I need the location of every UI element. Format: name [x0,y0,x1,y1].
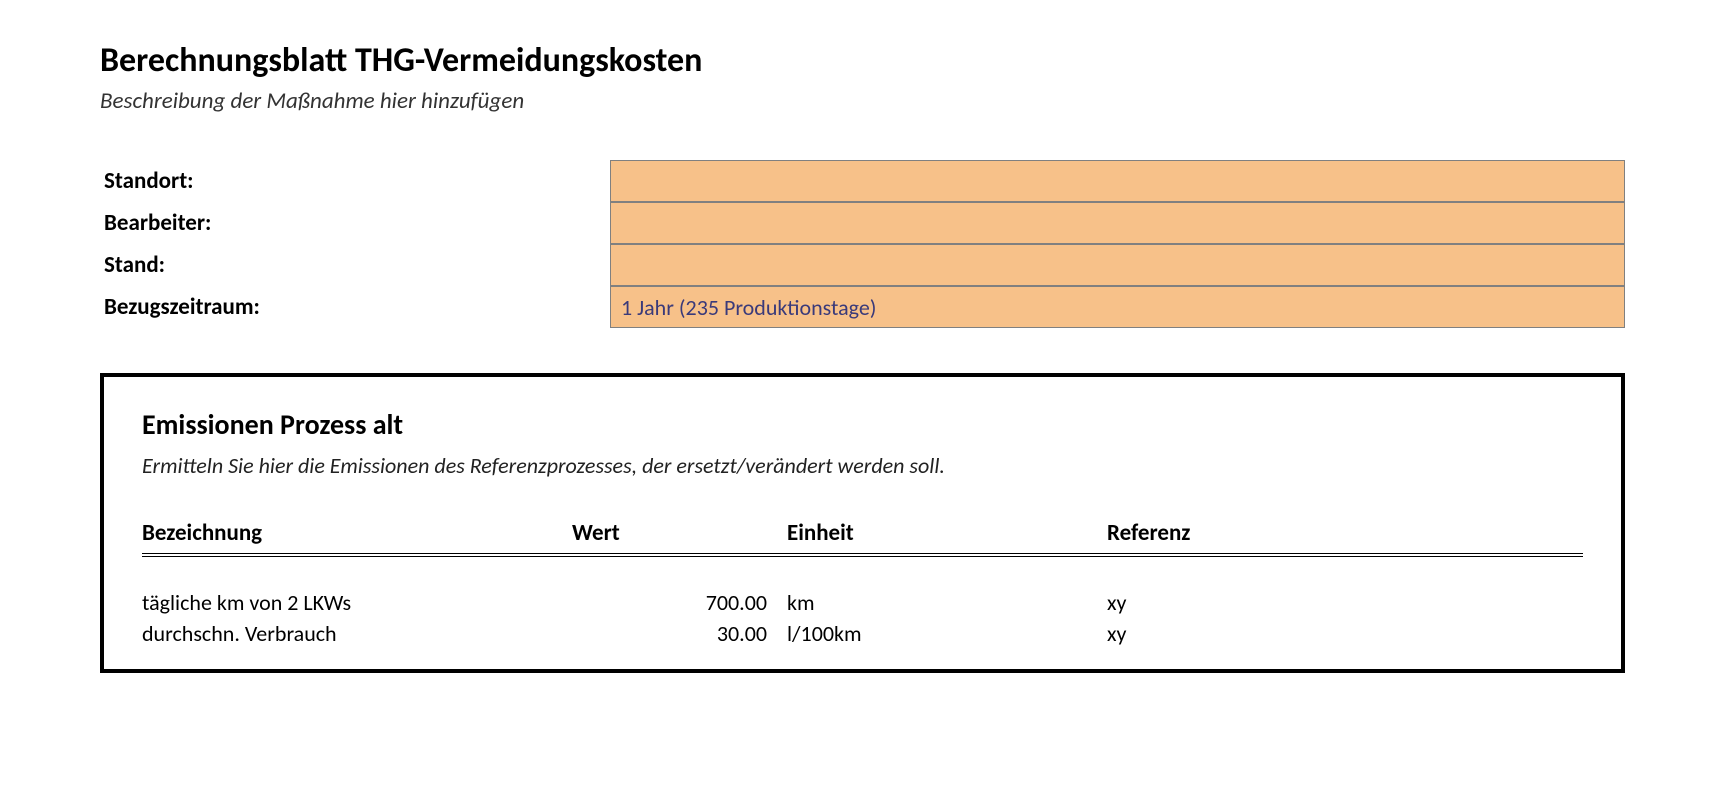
meta-row-bearbeiter: Bearbeiter: [100,202,1625,244]
col-header-einheit: Einheit [787,519,1107,554]
meta-section: Standort: Bearbeiter: Stand: Bezugszeitr… [100,160,1625,328]
cell-referenz: xy [1107,618,1583,649]
meta-input-bezugszeitraum[interactable]: 1 Jahr (235 Produktionstage) [610,286,1625,328]
col-header-referenz: Referenz [1107,519,1583,554]
section-emissionen-alt: Emissionen Prozess alt Ermitteln Sie hie… [100,373,1625,673]
page-subtitle: Beschreibung der Maßnahme hier hinzufüge… [100,87,1625,115]
cell-bezeichnung: tägliche km von 2 LKWs [142,587,572,618]
cell-einheit: l/100km [787,618,1107,649]
meta-label: Bezugszeitraum: [100,286,610,328]
cell-einheit: km [787,587,1107,618]
meta-row-standort: Standort: [100,160,1625,202]
section-desc: Ermitteln Sie hier die Emissionen des Re… [142,452,1583,479]
col-header-bezeichnung: Bezeichnung [142,519,572,554]
meta-input-standort[interactable] [610,160,1625,202]
page-title: Berechnungsblatt THG-Vermeidungskosten [100,40,1625,81]
cell-wert: 700.00 [572,587,787,618]
meta-label: Standort: [100,160,610,202]
data-table: Bezeichnung Wert Einheit Referenz täglic… [142,519,1583,649]
meta-input-stand[interactable] [610,244,1625,286]
meta-label: Stand: [100,244,610,286]
section-title: Emissionen Prozess alt [142,407,1583,442]
table-row: durchschn. Verbrauch 30.00 l/100km xy [142,618,1583,649]
meta-label: Bearbeiter: [100,202,610,244]
table-row: tägliche km von 2 LKWs 700.00 km xy [142,587,1583,618]
cell-bezeichnung: durchschn. Verbrauch [142,618,572,649]
meta-row-stand: Stand: [100,244,1625,286]
cell-referenz: xy [1107,587,1583,618]
meta-input-bearbeiter[interactable] [610,202,1625,244]
meta-row-bezugszeitraum: Bezugszeitraum: 1 Jahr (235 Produktionst… [100,286,1625,328]
col-header-wert: Wert [572,519,787,554]
cell-wert: 30.00 [572,618,787,649]
